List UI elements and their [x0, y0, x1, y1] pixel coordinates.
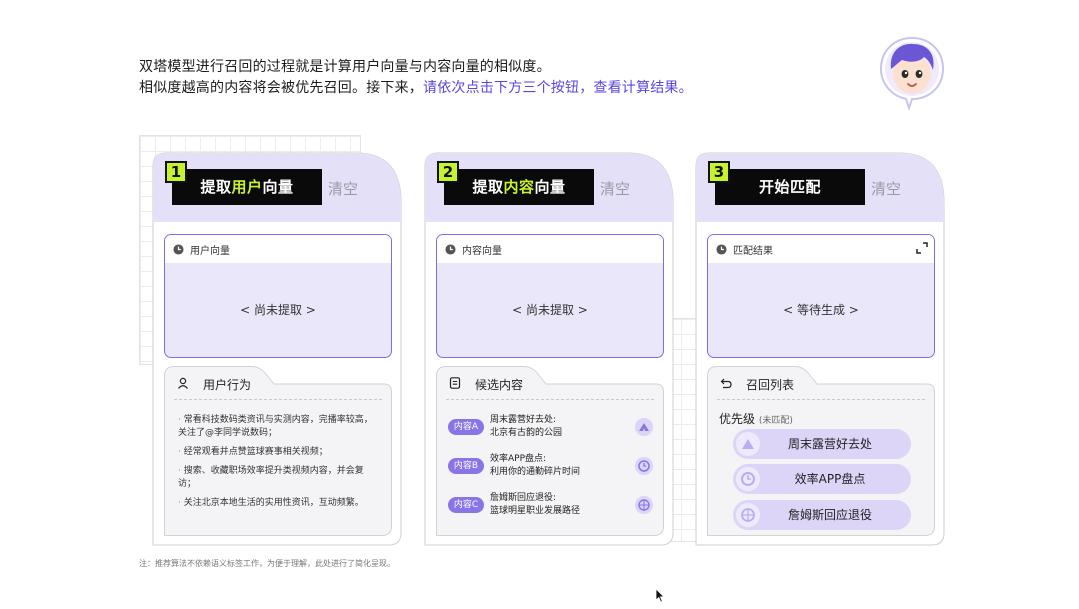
behavior-item: 关注北京本地生活的实用性资讯，互动频繁。: [176, 497, 381, 510]
recall-item[interactable]: 效率APP盘点: [733, 464, 911, 494]
candidate-line-2: 篮球明星职业发展路径: [490, 506, 581, 516]
card-matching: 3 开始匹配 清空 匹配结果 < 等待生成 > 召回列表 优先级 (未匹配) 周…: [695, 152, 945, 546]
priority-label: 优先级 (未匹配): [719, 410, 793, 427]
step-badge: 2: [437, 161, 459, 183]
intro-line-2: 相似度越高的内容将会被优先召回。接下来，请依次点击下方三个按钮，查看计算结果。: [139, 78, 693, 99]
candidate-item: 内容B 效率APP盘点: 利用你的通勤碎片时间: [448, 450, 653, 482]
footnote: 注：推荐算法不依赖语义标签工作，为便于理解，此处进行了简化呈现。: [139, 559, 395, 568]
clock-icon: [445, 243, 456, 255]
expand-icon[interactable]: [916, 242, 928, 254]
candidate-line-1: 詹姆斯回应退役:: [490, 493, 557, 503]
button-label-part: 向量: [262, 178, 294, 196]
match-result-panel: 匹配结果 < 等待生成 >: [707, 234, 935, 358]
user-icon: [178, 377, 188, 389]
divider: [446, 399, 654, 400]
button-label-highlight: 用户: [231, 178, 263, 196]
panel-status: < 等待生成 >: [783, 303, 859, 317]
button-label-part: 提取: [200, 178, 232, 196]
clock-icon: [716, 243, 727, 255]
content-vector-panel: 内容向量 < 尚未提取 >: [436, 234, 664, 358]
candidate-tag: 内容A: [448, 419, 484, 435]
panel-status: < 尚未提取 >: [512, 303, 588, 317]
candidate-item: 内容C 詹姆斯回应退役: 篮球明星职业发展路径: [448, 489, 653, 521]
behavior-item: 搜索、收藏职场效率提升类视频内容，并会复访；: [176, 465, 381, 491]
intro-line-2-prefix: 相似度越高的内容将会被优先召回。接下来，: [139, 80, 423, 96]
recall-title: 召回列表: [746, 378, 795, 392]
candidate-line-2: 北京有古韵的公园: [490, 428, 563, 438]
intro-line-1: 双塔模型进行召回的过程就是计算用户向量与内容向量的相似度。: [139, 59, 551, 75]
step-badge: 1: [165, 161, 187, 183]
clear-user-button[interactable]: 清空: [328, 178, 358, 199]
recall-item-label: 詹姆斯回应退役: [787, 508, 872, 522]
clear-content-button[interactable]: 清空: [600, 178, 630, 199]
panel-title: 内容向量: [462, 245, 502, 257]
candidate-item: 内容A 周末露营好去处: 北京有古韵的公园: [448, 411, 653, 443]
button-label-highlight: 内容: [503, 178, 535, 196]
user-vector-panel: 用户向量 < 尚未提取 >: [164, 234, 392, 358]
candidate-text: 周末露营好去处: 北京有古韵的公园: [490, 414, 562, 440]
intro-text: 双塔模型进行召回的过程就是计算用户向量与内容向量的相似度。 相似度越高的内容将会…: [139, 57, 693, 99]
recall-item[interactable]: 詹姆斯回应退役: [733, 500, 911, 530]
candidate-line-2: 利用你的通勤碎片时间: [490, 467, 581, 477]
candidate-text: 效率APP盘点: 利用你的通勤碎片时间: [490, 453, 580, 479]
panel-header: 匹配结果: [708, 235, 934, 263]
mouse-cursor-icon: [655, 588, 665, 603]
panel-title: 用户向量: [190, 245, 230, 257]
clock-icon: [173, 243, 184, 255]
button-label-part: 向量: [534, 178, 566, 196]
divider: [717, 399, 925, 400]
candidate-tag: 内容C: [448, 497, 484, 513]
button-label-part: 提取: [472, 178, 504, 196]
divider: [174, 399, 382, 400]
panel-title: 匹配结果: [733, 245, 773, 257]
behavior-item: 经常观看并点赞篮球赛事相关视频；: [176, 446, 381, 459]
clock-icon: [635, 457, 653, 475]
behavior-title: 用户行为: [203, 378, 252, 392]
card-user-vector: 1 提取用户向量 清空 用户向量 < 尚未提取 > 用户行为 常看科技数码类资讯…: [152, 152, 402, 546]
avatar: [880, 36, 944, 112]
recall-item[interactable]: 周末露营好去处: [733, 429, 911, 459]
candidate-tag: 内容B: [448, 458, 484, 474]
priority-text: 优先级: [719, 412, 756, 426]
extract-content-vector-button[interactable]: 提取内容向量: [444, 169, 594, 205]
panel-header: 用户向量: [165, 235, 391, 263]
candidate-title: 候选内容: [475, 378, 524, 392]
behavior-item: 常看科技数码类资讯与实测内容，完播率较高，关注了@李同学说数码；: [176, 414, 381, 440]
behavior-list: 常看科技数码类资讯与实测内容，完播率较高，关注了@李同学说数码； 经常观看并点赞…: [176, 414, 381, 516]
clear-match-button[interactable]: 清空: [871, 178, 901, 199]
step-badge: 3: [708, 161, 730, 183]
camping-icon: [635, 418, 653, 436]
candidate-text: 詹姆斯回应退役: 篮球明星职业发展路径: [490, 492, 580, 518]
candidate-line-1: 效率APP盘点:: [490, 454, 547, 464]
start-matching-button[interactable]: 开始匹配: [715, 169, 865, 205]
basketball-icon: [635, 496, 653, 514]
priority-note: (未匹配): [758, 416, 793, 426]
extract-user-vector-button[interactable]: 提取用户向量: [172, 169, 322, 205]
document-icon: [449, 377, 461, 389]
recall-item-label: 周末露营好去处: [787, 437, 872, 451]
panel-status: < 尚未提取 >: [240, 303, 316, 317]
candidate-line-1: 周末露营好去处:: [490, 415, 557, 425]
recall-item-label: 效率APP盘点: [794, 472, 866, 486]
card-content-vector: 2 提取内容向量 清空 内容向量 < 尚未提取 > 候选内容 内容A 周末露营好…: [424, 152, 674, 546]
intro-instruction: 请依次点击下方三个按钮，查看计算结果。: [423, 80, 693, 96]
return-icon: [720, 378, 732, 389]
panel-header: 内容向量: [437, 235, 663, 263]
